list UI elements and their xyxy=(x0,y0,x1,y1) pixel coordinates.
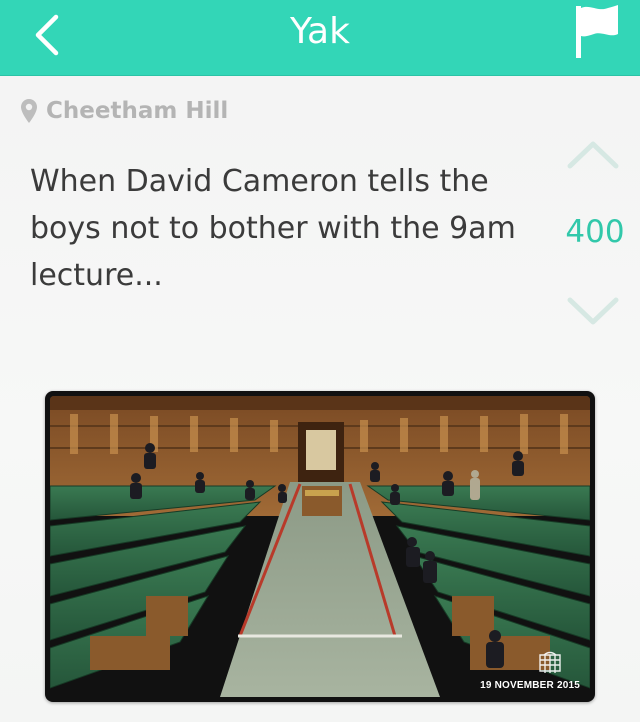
location-pin-icon xyxy=(21,99,37,123)
photo: 19 NOVEMBER 2015 xyxy=(50,396,590,697)
location-name: Cheetham Hill xyxy=(46,98,229,124)
post-location: Cheetham Hill xyxy=(20,98,228,124)
chevron-up-icon xyxy=(567,141,619,169)
upvote-button[interactable] xyxy=(558,130,628,178)
yak-message: When David Cameron tells the boys not to… xyxy=(30,164,516,293)
page-title: Yak xyxy=(290,11,350,52)
report-flag-button[interactable] xyxy=(572,4,620,62)
chevron-down-icon xyxy=(567,297,619,325)
post-image[interactable]: 19 NOVEMBER 2015 xyxy=(45,391,595,702)
top-bar: Yak xyxy=(0,0,640,76)
house-of-commons-photo xyxy=(50,396,590,697)
portcullis-icon xyxy=(539,651,561,673)
downvote-button[interactable] xyxy=(558,288,628,336)
photo-date-caption: 19 NOVEMBER 2015 xyxy=(480,680,580,691)
vote-panel: 400 xyxy=(544,130,640,330)
vote-score: 400 xyxy=(565,214,625,250)
flag-icon xyxy=(576,5,618,58)
